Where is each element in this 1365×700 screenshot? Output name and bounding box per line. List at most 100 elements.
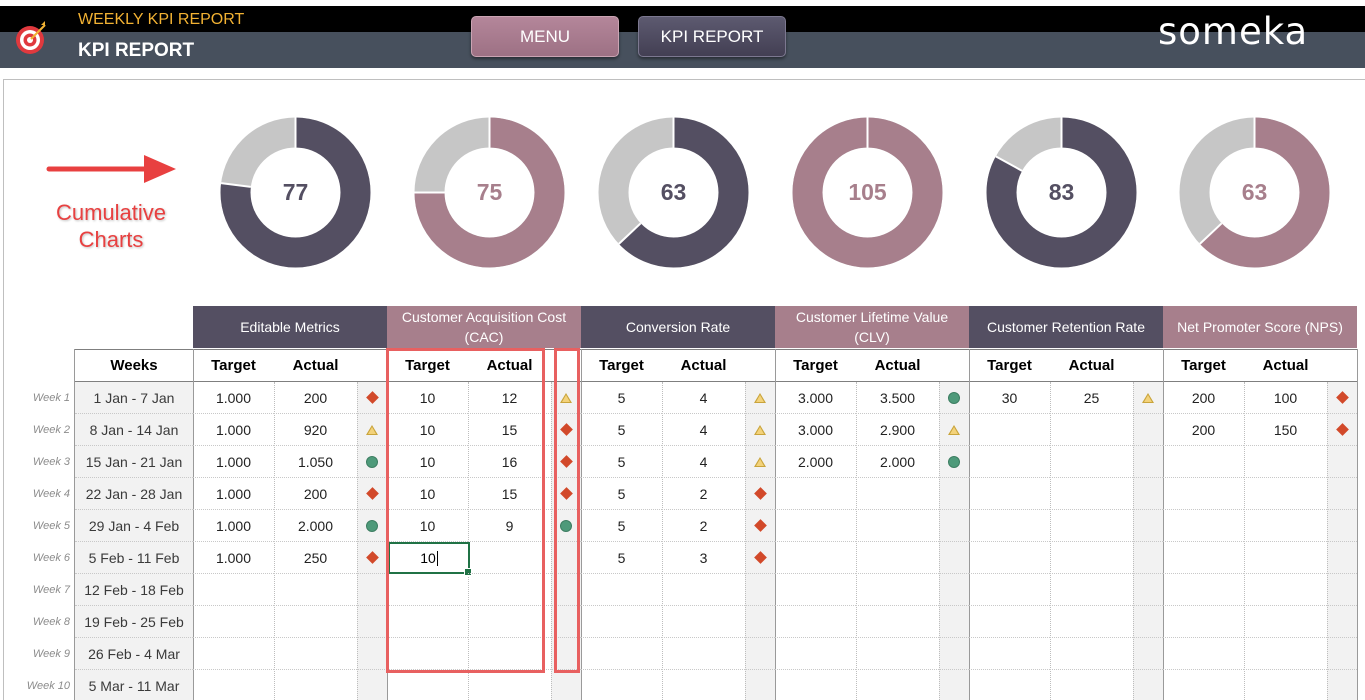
actual-cell[interactable] xyxy=(1050,638,1133,670)
actual-cell[interactable]: 2.900 xyxy=(856,414,939,446)
actual-cell[interactable] xyxy=(856,606,939,638)
actual-cell[interactable]: 2.000 xyxy=(856,446,939,478)
actual-cell[interactable] xyxy=(1050,510,1133,542)
actual-cell[interactable] xyxy=(856,542,939,574)
target-cell[interactable] xyxy=(193,574,274,606)
target-cell[interactable]: 5 xyxy=(581,542,662,574)
target-cell[interactable] xyxy=(1163,510,1244,542)
target-cell[interactable] xyxy=(775,478,856,510)
target-cell[interactable]: 2.000 xyxy=(775,446,856,478)
actual-cell[interactable]: 100 xyxy=(1244,382,1327,414)
kpi-report-button[interactable]: KPI REPORT xyxy=(638,16,786,57)
actual-cell[interactable] xyxy=(662,574,745,606)
actual-cell[interactable] xyxy=(274,670,357,700)
actual-cell[interactable] xyxy=(1244,574,1327,606)
actual-cell[interactable] xyxy=(1244,670,1327,700)
target-cell[interactable] xyxy=(775,638,856,670)
actual-cell[interactable]: 2 xyxy=(662,478,745,510)
actual-cell[interactable] xyxy=(1244,510,1327,542)
actual-cell[interactable] xyxy=(1050,670,1133,700)
target-cell[interactable]: 5 xyxy=(581,382,662,414)
actual-cell[interactable]: 2 xyxy=(662,510,745,542)
target-cell[interactable] xyxy=(775,606,856,638)
actual-cell[interactable] xyxy=(468,670,551,700)
target-cell[interactable]: 3.000 xyxy=(775,382,856,414)
actual-cell[interactable] xyxy=(856,510,939,542)
target-cell[interactable] xyxy=(1163,638,1244,670)
target-cell[interactable] xyxy=(969,446,1050,478)
actual-cell[interactable] xyxy=(1244,478,1327,510)
target-cell[interactable]: 1.000 xyxy=(193,510,274,542)
actual-cell[interactable] xyxy=(856,478,939,510)
actual-cell[interactable] xyxy=(662,606,745,638)
target-cell[interactable]: 1.000 xyxy=(193,446,274,478)
actual-cell[interactable] xyxy=(1244,446,1327,478)
target-cell[interactable] xyxy=(775,670,856,700)
target-cell[interactable] xyxy=(387,670,468,700)
actual-cell[interactable] xyxy=(1244,638,1327,670)
target-cell[interactable] xyxy=(581,606,662,638)
actual-cell[interactable] xyxy=(1244,606,1327,638)
target-cell[interactable] xyxy=(581,638,662,670)
target-cell[interactable] xyxy=(969,606,1050,638)
actual-cell[interactable] xyxy=(1050,606,1133,638)
target-cell[interactable] xyxy=(775,542,856,574)
target-cell[interactable] xyxy=(969,670,1050,700)
actual-cell[interactable] xyxy=(274,606,357,638)
target-cell[interactable] xyxy=(969,638,1050,670)
target-cell[interactable]: 1.000 xyxy=(193,478,274,510)
actual-cell[interactable] xyxy=(662,670,745,700)
target-cell[interactable] xyxy=(969,478,1050,510)
target-cell[interactable] xyxy=(193,670,274,700)
actual-cell[interactable]: 1.050 xyxy=(274,446,357,478)
actual-cell[interactable]: 4 xyxy=(662,382,745,414)
actual-cell[interactable]: 250 xyxy=(274,542,357,574)
target-cell[interactable] xyxy=(581,670,662,700)
target-cell[interactable]: 5 xyxy=(581,446,662,478)
actual-cell[interactable]: 150 xyxy=(1244,414,1327,446)
target-cell[interactable]: 30 xyxy=(969,382,1050,414)
actual-cell[interactable] xyxy=(1244,542,1327,574)
actual-cell[interactable]: 200 xyxy=(274,382,357,414)
target-cell[interactable]: 5 xyxy=(581,414,662,446)
actual-cell[interactable]: 3.500 xyxy=(856,382,939,414)
target-cell[interactable] xyxy=(193,638,274,670)
menu-button[interactable]: MENU xyxy=(471,16,619,57)
actual-cell[interactable] xyxy=(662,638,745,670)
target-cell[interactable] xyxy=(1163,606,1244,638)
target-cell[interactable]: 1.000 xyxy=(193,414,274,446)
target-cell[interactable] xyxy=(775,510,856,542)
target-cell[interactable] xyxy=(969,542,1050,574)
target-cell[interactable] xyxy=(1163,670,1244,700)
actual-cell[interactable]: 200 xyxy=(274,478,357,510)
actual-cell[interactable] xyxy=(856,574,939,606)
target-cell[interactable] xyxy=(1163,542,1244,574)
target-cell[interactable] xyxy=(969,574,1050,606)
target-cell[interactable]: 3.000 xyxy=(775,414,856,446)
target-cell[interactable] xyxy=(193,606,274,638)
actual-cell[interactable]: 25 xyxy=(1050,382,1133,414)
actual-cell[interactable] xyxy=(274,638,357,670)
target-cell[interactable] xyxy=(1163,478,1244,510)
target-cell[interactable] xyxy=(969,510,1050,542)
target-cell[interactable]: 1.000 xyxy=(193,382,274,414)
actual-cell[interactable]: 3 xyxy=(662,542,745,574)
actual-cell[interactable]: 920 xyxy=(274,414,357,446)
target-cell[interactable] xyxy=(1163,446,1244,478)
target-cell[interactable]: 200 xyxy=(1163,414,1244,446)
target-cell[interactable] xyxy=(969,414,1050,446)
actual-cell[interactable] xyxy=(856,638,939,670)
actual-cell[interactable] xyxy=(856,670,939,700)
target-cell[interactable] xyxy=(581,574,662,606)
actual-cell[interactable] xyxy=(1050,574,1133,606)
actual-cell[interactable]: 4 xyxy=(662,446,745,478)
target-cell[interactable] xyxy=(1163,574,1244,606)
actual-cell[interactable] xyxy=(1050,414,1133,446)
target-cell[interactable]: 1.000 xyxy=(193,542,274,574)
target-cell[interactable]: 5 xyxy=(581,510,662,542)
actual-cell[interactable] xyxy=(1050,446,1133,478)
actual-cell[interactable]: 2.000 xyxy=(274,510,357,542)
target-cell[interactable] xyxy=(775,574,856,606)
actual-cell[interactable]: 4 xyxy=(662,414,745,446)
target-cell[interactable]: 200 xyxy=(1163,382,1244,414)
